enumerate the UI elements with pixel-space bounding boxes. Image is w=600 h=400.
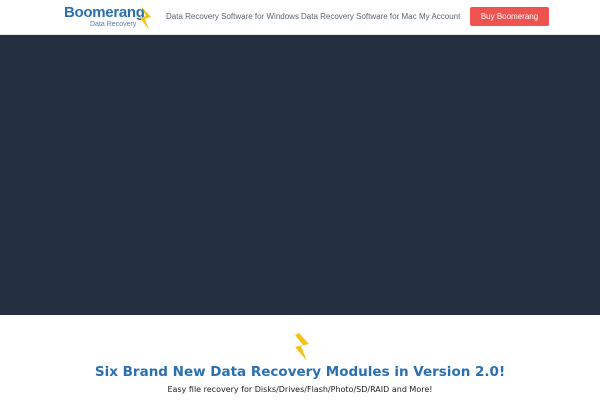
boomerang-mark-icon <box>140 6 151 30</box>
boomerang-logo[interactable]: Boomerang Data Recovery <box>63 4 159 32</box>
hero-banner <box>0 35 600 315</box>
nav-link-mac[interactable]: Data Recovery Software for Mac <box>301 11 417 22</box>
logo-tagline: Data Recovery <box>90 21 137 28</box>
boomerang-bolt-icon <box>295 333 309 361</box>
feature-subtitle: Easy file recovery for Disks/Drives/Flas… <box>167 385 433 394</box>
nav-link-windows[interactable]: Data Recovery Software for Windows <box>166 11 299 22</box>
logo-name: Boomerang <box>64 4 145 21</box>
feature-section: Six Brand New Data Recovery Modules in V… <box>0 315 600 400</box>
site-header: Boomerang Data Recovery Data Recovery So… <box>0 0 600 35</box>
buy-boomerang-button[interactable]: Buy Boomerang <box>470 7 549 26</box>
feature-title: Six Brand New Data Recovery Modules in V… <box>94 364 506 380</box>
nav-link-my-account[interactable]: My Account <box>419 11 460 22</box>
